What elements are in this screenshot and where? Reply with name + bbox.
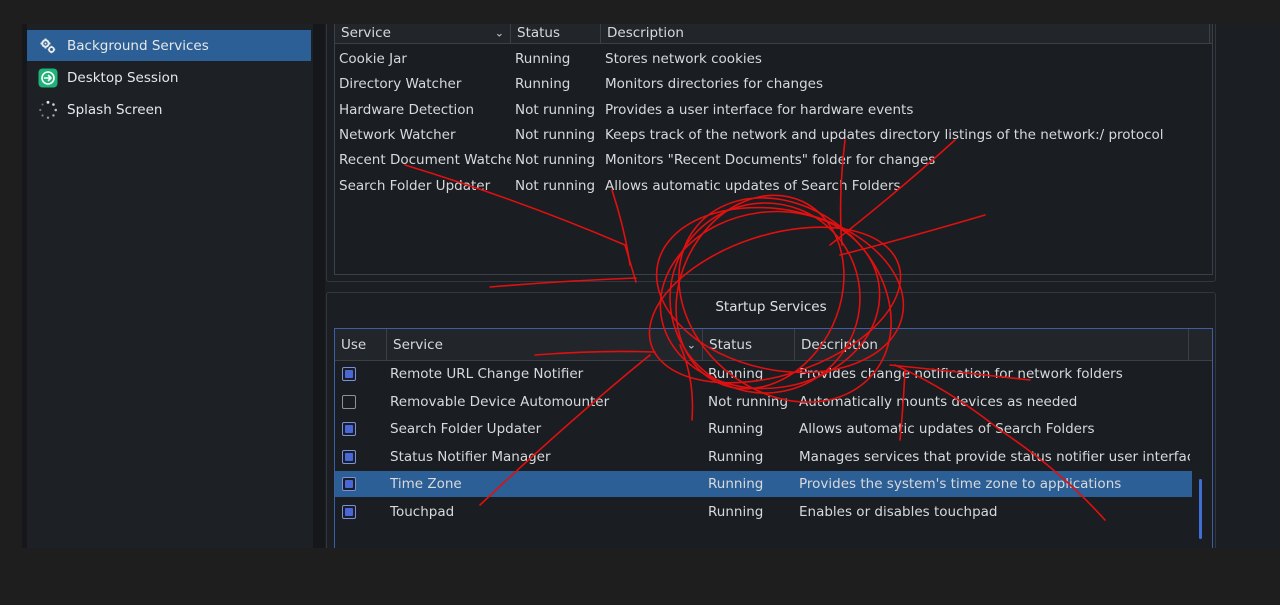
cell-service: Status Notifier Manager — [390, 448, 551, 465]
startup-services-group: Startup Services Use Service ⌄ Status De… — [326, 292, 1216, 548]
background-services-table[interactable]: Service ⌄ Status Description Cookie Jar R… — [334, 24, 1213, 275]
sidebar-item-label: Desktop Session — [67, 69, 179, 86]
sidebar: Background Services Desktop Session Spla… — [27, 24, 313, 548]
table-row[interactable]: Remote URL Change Notifier Running Provide… — [335, 361, 1192, 387]
cell-status: Not running — [515, 101, 596, 118]
cell-status: Running — [708, 421, 764, 437]
column-header-service[interactable]: Service ⌄ — [335, 24, 511, 43]
cell-description: Allows automatic updates of Search Folde… — [799, 421, 1095, 437]
cell-status: Running — [708, 448, 764, 465]
cell-status: Not running — [515, 177, 596, 194]
use-checkbox[interactable] — [342, 477, 356, 491]
table-row[interactable]: Search Folder Updater Not running Allows a… — [335, 175, 1212, 197]
table-row[interactable]: Hardware Detection Not running Provides a … — [335, 99, 1212, 121]
column-header-service[interactable]: Service ⌄ — [387, 329, 703, 360]
cell-service: Recent Document Watcher — [339, 152, 511, 169]
sidebar-item-label: Background Services — [67, 37, 209, 54]
cell-status: Running — [708, 503, 764, 520]
sidebar-item-splash-screen[interactable]: Splash Screen — [27, 94, 311, 125]
cell-use — [335, 449, 387, 464]
column-header-label: Use — [341, 336, 367, 353]
settings-window: Background Services Desktop Session Spla… — [22, 24, 1280, 548]
column-header-label: Service — [341, 24, 391, 41]
table-row[interactable]: Removable Device Automounter Not running A… — [335, 389, 1192, 415]
column-header-description[interactable]: Description — [601, 24, 1210, 43]
cell-use — [335, 367, 387, 381]
cell-description: Monitors "Recent Documents" folder for c… — [605, 152, 936, 169]
spinner-icon — [38, 100, 58, 120]
pane-splitter[interactable] — [313, 24, 325, 548]
use-checkbox[interactable] — [342, 449, 356, 464]
column-header-label: Description — [801, 336, 878, 353]
cell-use — [335, 477, 387, 491]
sidebar-item-label: Splash Screen — [67, 101, 163, 118]
cell-status: Not running — [515, 126, 596, 143]
table-row[interactable]: Network Watcher Not running Keeps track of… — [335, 124, 1212, 146]
table-row[interactable]: Search Folder Updater Running Allows autom… — [335, 416, 1192, 442]
cell-description: Provides a user interface for hardware e… — [605, 101, 914, 118]
table-header: Use Service ⌄ Status Description — [335, 329, 1212, 361]
sidebar-item-desktop-session[interactable]: Desktop Session — [27, 62, 311, 93]
cell-use — [335, 394, 387, 409]
cell-description: Provides change notification for network… — [799, 366, 1123, 382]
cell-description: Stores network cookies — [605, 51, 762, 67]
use-checkbox[interactable] — [342, 422, 356, 436]
use-checkbox[interactable] — [342, 367, 356, 381]
column-header-status[interactable]: Status — [511, 24, 601, 43]
column-header-label: Service — [393, 336, 443, 353]
table-row[interactable]: Status Notifier Manager Running Manages se… — [335, 444, 1192, 470]
cell-description: Provides the system's time zone to appli… — [799, 476, 1122, 492]
cell-status: Not running — [708, 393, 789, 410]
cell-service: Touchpad — [390, 503, 455, 520]
cell-status: Running — [708, 476, 764, 492]
table-row[interactable]: Time Zone Running Provides the system's ti… — [335, 471, 1192, 497]
cell-status: Running — [515, 51, 571, 67]
table-row[interactable]: Touchpad Running Enables or disables touch… — [335, 499, 1192, 525]
cell-service: Cookie Jar — [339, 51, 407, 67]
cell-service: Removable Device Automounter — [390, 393, 610, 410]
column-header-status[interactable]: Status — [703, 329, 795, 360]
gears-icon — [38, 36, 58, 56]
column-header-label: Status — [709, 336, 753, 353]
cell-service: Time Zone — [390, 476, 462, 492]
scrollbar-thumb[interactable] — [1199, 479, 1202, 539]
group-title: Startup Services — [715, 299, 827, 315]
cell-service: Network Watcher — [339, 126, 456, 143]
sidebar-item-background-services[interactable]: Background Services — [27, 30, 311, 61]
cell-description: Manages services that provide status not… — [799, 448, 1190, 465]
column-header-label: Status — [517, 24, 561, 41]
table-header: Service ⌄ Status Description — [335, 24, 1212, 44]
background-services-group: Service ⌄ Status Description Cookie Jar R… — [326, 24, 1216, 282]
chevron-down-icon: ⌄ — [494, 26, 504, 39]
cell-service: Hardware Detection — [339, 101, 475, 118]
column-header-description[interactable]: Description — [795, 329, 1189, 360]
cell-description: Keeps track of the network and updates d… — [605, 126, 1164, 143]
chevron-down-icon: ⌄ — [686, 338, 696, 351]
use-checkbox[interactable] — [342, 504, 356, 519]
cell-status: Running — [708, 366, 764, 382]
table-row[interactable]: Directory Watcher Running Monitors directo… — [335, 73, 1212, 95]
startup-services-table[interactable]: Use Service ⌄ Status Description Remote … — [334, 328, 1213, 548]
cell-service: Search Folder Updater — [390, 421, 542, 437]
cell-description: Enables or disables touchpad — [799, 503, 998, 520]
cell-use — [335, 422, 387, 436]
cell-service: Remote URL Change Notifier — [390, 366, 584, 382]
cell-status: Running — [515, 76, 571, 93]
column-header-use[interactable]: Use — [335, 329, 387, 360]
cell-description: Automatically mounts devices as needed — [799, 393, 1078, 410]
table-row[interactable]: Cookie Jar Running Stores network cookies — [335, 48, 1212, 70]
cell-description: Monitors directories for changes — [605, 76, 823, 93]
cell-description: Allows automatic updates of Search Folde… — [605, 177, 901, 194]
use-checkbox[interactable] — [342, 394, 356, 409]
main-panel: Service ⌄ Status Description Cookie Jar R… — [325, 24, 1280, 548]
cell-status: Not running — [515, 152, 596, 169]
table-row[interactable]: Recent Document Watcher Not running Monito… — [335, 149, 1212, 171]
session-icon — [38, 68, 58, 88]
cell-use — [335, 504, 387, 519]
cell-service: Search Folder Updater — [339, 177, 491, 194]
cell-service: Directory Watcher — [339, 76, 462, 93]
column-header-label: Description — [607, 24, 684, 41]
